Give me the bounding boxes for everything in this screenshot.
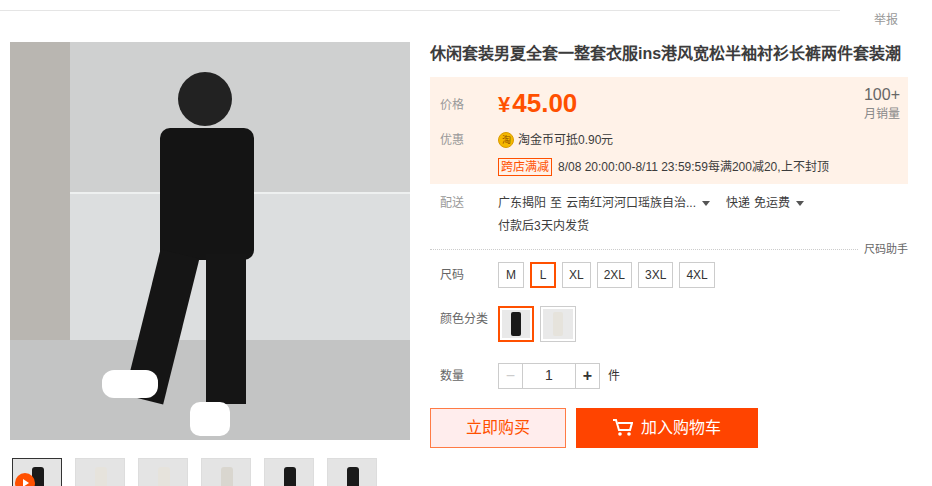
monthly-sales: 100+ 月销量 — [864, 83, 900, 123]
destination-select[interactable]: 云南红河河口瑶族自治... — [566, 194, 710, 212]
size-option[interactable]: 2XL — [597, 262, 632, 288]
coin-icon: 淘 — [498, 132, 514, 148]
outfit-figure — [284, 467, 296, 486]
quantity-unit: 件 — [608, 367, 620, 385]
thumbnail[interactable] — [75, 458, 125, 486]
play-icon — [15, 473, 35, 486]
currency-symbol: ¥ — [498, 85, 510, 125]
color-label: 颜色分类 — [440, 310, 498, 328]
thumbnail[interactable] — [138, 458, 188, 486]
size-option[interactable]: M — [498, 262, 524, 288]
thumbnail[interactable] — [327, 458, 377, 486]
shipping-method: 快递 — [726, 194, 750, 212]
destination: 云南红河河口瑶族自治... — [566, 194, 696, 212]
price-value: ¥45.00 — [498, 83, 577, 125]
origin: 广东揭阳 — [498, 194, 546, 212]
color-option[interactable] — [498, 306, 534, 342]
outfit-figure — [511, 312, 521, 336]
report-link[interactable]: 举报 — [874, 13, 898, 27]
add-to-cart-button[interactable]: 加入购物车 — [576, 408, 758, 448]
cart-icon — [613, 419, 633, 437]
size-option[interactable]: XL — [562, 262, 591, 288]
shipping-fee: 免运费 — [754, 194, 790, 212]
color-swatch — [502, 310, 530, 338]
price-amount: 45.00 — [512, 83, 577, 123]
price-label: 价格 — [440, 96, 498, 114]
quantity-stepper: − 1 + — [498, 363, 600, 389]
decrease-button[interactable]: − — [499, 364, 523, 388]
outfit-figure — [158, 467, 170, 486]
delivery-label: 配送 — [440, 194, 498, 212]
buy-now-button[interactable]: 立即购买 — [430, 408, 566, 448]
thumbnail[interactable] — [264, 458, 314, 486]
coin-text: 淘金币可抵0.90元 — [518, 131, 613, 149]
color-option[interactable] — [540, 306, 576, 342]
dispatch-time: 付款后3天内发货 — [498, 217, 804, 235]
thumbnail[interactable] — [12, 458, 62, 486]
promo-badge: 跨店满减 — [498, 158, 552, 176]
shipping-select[interactable]: 快递免运费 — [726, 194, 804, 212]
sales-label: 月销量 — [864, 105, 900, 123]
to-label: 至 — [550, 194, 562, 212]
promo-label: 优惠 — [440, 131, 498, 149]
caret-down-icon — [702, 201, 710, 206]
product-title: 休闲套装男夏全套一整套衣服ins港风宽松半袖衬衫长裤两件套装潮 — [430, 42, 922, 65]
price-panel: 价格 ¥45.00 100+ 月销量 优惠 淘 淘金币可抵0.90元 跨店满减 … — [430, 77, 908, 184]
thumbnail[interactable] — [201, 458, 251, 486]
outfit-figure — [95, 467, 107, 486]
outfit-figure — [553, 312, 563, 336]
increase-button[interactable]: + — [575, 364, 599, 388]
product-photo — [10, 42, 410, 440]
color-swatch — [543, 309, 573, 339]
caret-down-icon — [796, 201, 804, 206]
promo-detail: 8/08 20:00:00-8/11 23:59:59每满200减20,上不封顶 — [558, 158, 829, 176]
size-label: 尺码 — [440, 266, 498, 284]
outfit-figure — [347, 467, 359, 486]
outfit-figure — [221, 467, 233, 486]
cart-label: 加入购物车 — [641, 416, 721, 440]
size-option[interactable]: L — [530, 262, 556, 288]
size-option[interactable]: 4XL — [679, 262, 714, 288]
size-option[interactable]: 3XL — [638, 262, 673, 288]
quantity-input[interactable]: 1 — [523, 365, 575, 386]
size-helper-link[interactable]: 尺码助手 — [864, 241, 908, 258]
quantity-label: 数量 — [440, 367, 498, 385]
sales-count: 100+ — [864, 85, 900, 105]
